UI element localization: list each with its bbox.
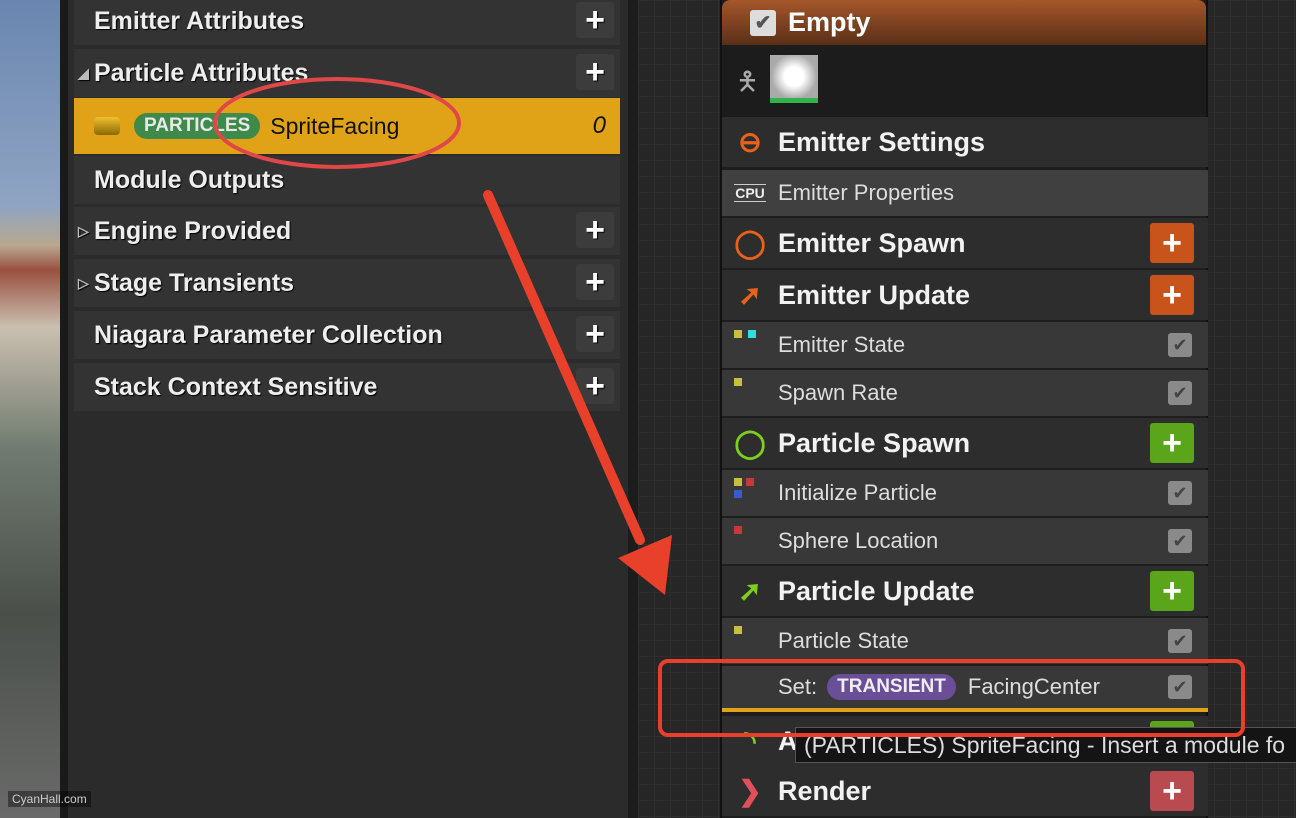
annotation-arrow-shaft [483,190,645,545]
annotation-overlay [213,77,1245,737]
annotation-arrow-head [618,535,672,595]
highlight-ellipse [213,77,461,169]
highlight-rectangle [658,659,1245,737]
watermark: CyanHall.com [8,791,91,807]
